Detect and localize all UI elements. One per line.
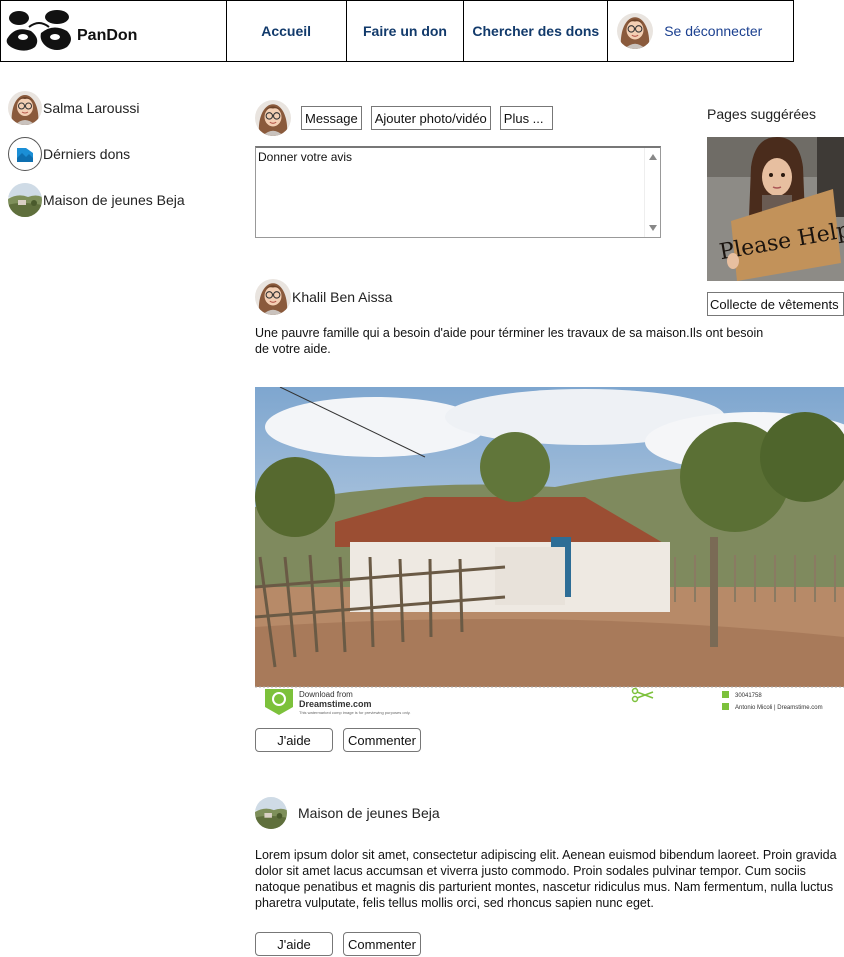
- nav-donate-link[interactable]: Faire un don: [347, 1, 465, 61]
- sidebar-item-youth-house[interactable]: Maison de jeunes Beja: [8, 182, 228, 218]
- tab-add-photo-video[interactable]: Ajouter photo/vidéo: [370, 106, 491, 130]
- photographer-icon: [722, 703, 729, 710]
- brand-name: PanDon: [77, 27, 138, 44]
- post-2-header: Maison de jeunes Beja: [255, 797, 440, 829]
- caption-download-from: Download from: [299, 690, 353, 699]
- textarea-scrollbar[interactable]: [644, 148, 660, 237]
- caption-credit: Antonio Micoli | Dreamstime.com: [735, 705, 823, 711]
- post-composer-toolbar: Message Ajouter photo/vidéo Plus ...: [255, 100, 553, 136]
- post-author-name[interactable]: Khalil Ben Aissa: [292, 289, 392, 305]
- page-avatar: [8, 183, 42, 217]
- author-avatar[interactable]: [255, 279, 291, 315]
- left-sidebar: Salma Laroussi Dérniers dons Maison de j…: [8, 90, 228, 228]
- help-button[interactable]: J'aide: [255, 728, 333, 752]
- suggested-pages-title: Pages suggérées: [707, 106, 816, 122]
- comment-button[interactable]: Commenter: [343, 728, 421, 752]
- post-textarea[interactable]: Donner votre avis: [255, 146, 661, 238]
- suggested-page-image[interactable]: Please Help: [707, 137, 844, 281]
- sidebar-item-label: Dérniers dons: [43, 146, 131, 162]
- user-avatar: [255, 100, 291, 136]
- panda-logo-icon: [6, 10, 71, 51]
- sidebar-item-label: Maison de jeunes Beja: [43, 192, 185, 208]
- sidebar-item-latest-donations[interactable]: Dérniers dons: [8, 136, 228, 172]
- post-textarea-value: Donner votre avis: [258, 150, 353, 164]
- sidebar-item-profile[interactable]: Salma Laroussi: [8, 90, 228, 126]
- scroll-up-arrow-icon[interactable]: [649, 154, 657, 160]
- nav-search-donations-link[interactable]: Chercher des dons: [464, 1, 609, 61]
- brand-logo[interactable]: PanDon: [1, 1, 227, 61]
- help-button[interactable]: J'aide: [255, 932, 333, 956]
- post-1-header: Khalil Ben Aissa: [255, 279, 392, 315]
- image-id-icon: [722, 691, 729, 698]
- post-1-text: Une pauvre famille qui a besoin d'aide p…: [255, 326, 764, 356]
- nav-home-link[interactable]: Accueil: [227, 1, 347, 61]
- caption-preview-notice: This watermarked comp image is for previ…: [299, 710, 411, 715]
- tab-message[interactable]: Message: [301, 106, 362, 130]
- top-navbar: PanDon Accueil Faire un don Chercher des…: [0, 0, 794, 62]
- nav-logout-link[interactable]: Se déconnecter: [608, 1, 793, 61]
- user-avatar: [8, 91, 42, 125]
- image-icon: [8, 137, 42, 171]
- tab-more[interactable]: Plus ...: [499, 106, 553, 130]
- suggested-page-clothing-drive[interactable]: Collecte de vêtements: [707, 292, 844, 316]
- post-author-name[interactable]: Maison de jeunes Beja: [298, 805, 440, 821]
- author-avatar[interactable]: [255, 797, 287, 829]
- user-avatar: [617, 13, 653, 49]
- caption-image-id: 30041758: [735, 693, 762, 699]
- logout-label: Se déconnecter: [664, 23, 763, 39]
- post-1-image[interactable]: Download from Dreamstime.com This waterm…: [255, 387, 844, 715]
- caption-site: Dreamstime.com: [299, 699, 372, 709]
- sidebar-item-label: Salma Laroussi: [43, 100, 140, 116]
- comment-button[interactable]: Commenter: [343, 932, 421, 956]
- post-2-text: Lorem ipsum dolor sit amet, consectetur …: [255, 848, 837, 910]
- scroll-down-arrow-icon[interactable]: [649, 225, 657, 231]
